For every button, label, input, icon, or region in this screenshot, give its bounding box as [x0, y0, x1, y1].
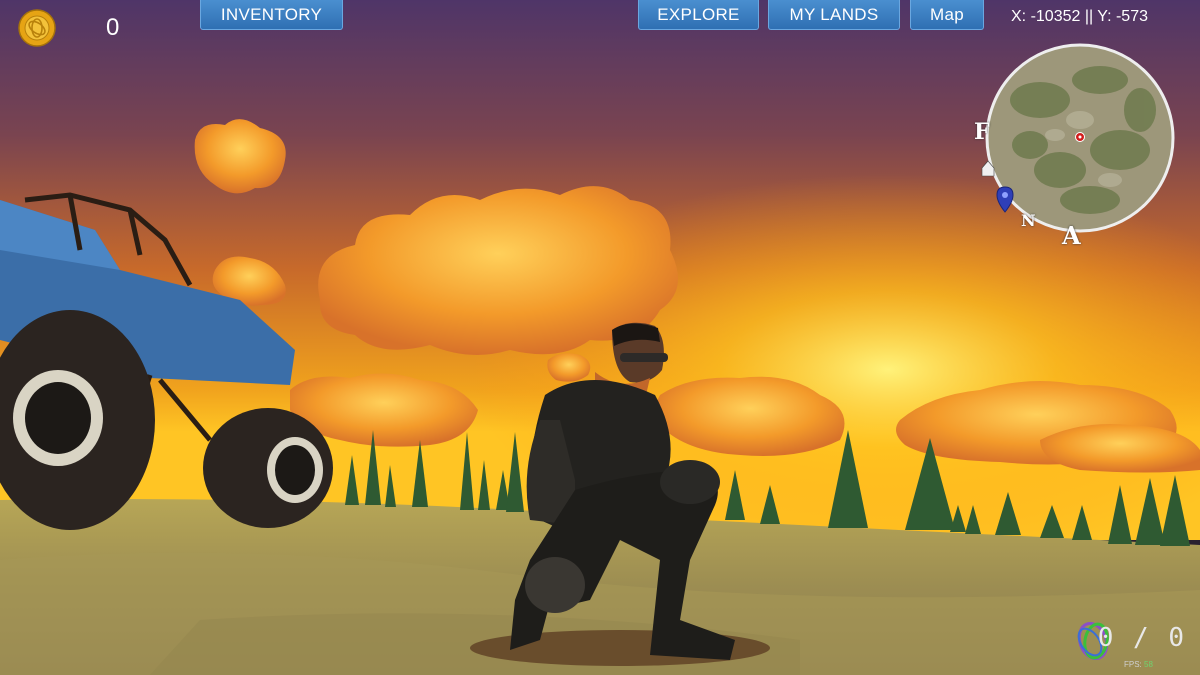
- coordinates-readout: X: -10352 || Y: -573: [1011, 8, 1148, 25]
- ammo-counter: 0 / 0: [1097, 623, 1186, 653]
- my-lands-button[interactable]: MY LANDS: [768, 0, 900, 30]
- minimap-letter-n: N: [1021, 211, 1036, 230]
- inventory-button[interactable]: INVENTORY: [200, 0, 343, 30]
- target-marker-icon: [1075, 132, 1085, 142]
- coin-icon: [18, 9, 56, 47]
- map-button[interactable]: Map: [910, 0, 984, 30]
- fps-value: 58: [1144, 660, 1153, 669]
- coin-count: 0: [106, 14, 120, 41]
- minimap-letter-f: F: [974, 119, 990, 145]
- player-location-pin-icon: [996, 186, 1014, 213]
- fps-counter: FPS: 58: [1124, 660, 1153, 669]
- minimap[interactable]: [970, 40, 1180, 245]
- explore-button[interactable]: EXPLORE: [638, 0, 759, 30]
- minimap-letter-a: A: [1062, 221, 1081, 250]
- fps-label: FPS:: [1124, 660, 1142, 669]
